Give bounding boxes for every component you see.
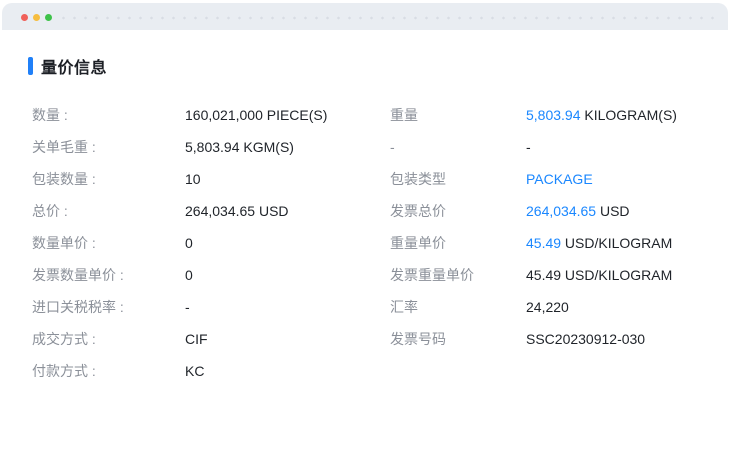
empty-cell <box>390 355 526 387</box>
quantity-unit-price-label: 数量单价 : <box>32 235 96 251</box>
window-controls <box>21 14 52 21</box>
section-accent-bar <box>28 57 33 75</box>
weight-value: 5,803.94 KILOGRAM(S) <box>526 99 714 131</box>
invoice-quantity-unit-price-value: 0 <box>185 267 193 283</box>
section-title: 量价信息 <box>41 60 108 77</box>
package-type-value: PACKAGE <box>526 163 714 195</box>
package-type-label: 包装类型 <box>390 171 446 187</box>
invoice-quantity-unit-price-label: 发票数量单价 : <box>32 267 124 283</box>
empty-cell <box>526 355 714 387</box>
empty-field-label: - <box>390 139 395 155</box>
invoice-number-label: 发票号码 <box>390 331 446 347</box>
package-type-link[interactable]: PACKAGE <box>526 171 593 187</box>
invoice-total-price-label: 发票总价 <box>390 203 446 219</box>
customs-gross-weight-value: 5,803.94 KGM(S) <box>185 139 294 155</box>
window-titlebar <box>2 3 728 30</box>
invoice-number-text: SSC20230912-030 <box>526 331 646 347</box>
titlebar-dotted-texture <box>58 16 716 20</box>
exchange-rate-text: 24,220 <box>526 299 569 315</box>
customs-gross-weight-label: 关单毛重 : <box>32 139 96 155</box>
invoice-weight-unit-price-label: 发票重量单价 <box>390 267 474 283</box>
section-header: 量价信息 <box>28 54 107 78</box>
app-window: { "window": { "colors": { "titlebar_bg":… <box>0 0 730 460</box>
total-price-label: 总价 : <box>32 203 68 219</box>
window-minimize-icon[interactable] <box>33 14 40 21</box>
empty-field-value: - <box>526 131 714 163</box>
weight-unit-price-value: 45.49 USD/KILOGRAM <box>526 227 714 259</box>
invoice-total-price-unit: USD <box>596 203 630 219</box>
weight-label: 重量 <box>390 107 418 123</box>
window-close-icon[interactable] <box>21 14 28 21</box>
package-quantity-label: 包装数量 : <box>32 171 96 187</box>
import-tariff-rate-label: 进口关税税率 : <box>32 299 124 315</box>
empty-field-text: - <box>526 139 531 155</box>
exchange-rate-label: 汇率 <box>390 299 418 315</box>
total-price-value: 264,034.65 USD <box>185 203 289 219</box>
invoice-weight-unit-price-value: 45.49 USD/KILOGRAM <box>526 259 714 291</box>
invoice-number-value: SSC20230912-030 <box>526 323 714 355</box>
import-tariff-rate-value: - <box>185 299 190 315</box>
invoice-weight-unit-price-text: 45.49 USD/KILOGRAM <box>526 267 673 283</box>
invoice-total-price-link[interactable]: 264,034.65 <box>526 203 596 219</box>
invoice-total-price-value: 264,034.65 USD <box>526 195 714 227</box>
payment-method-value: KC <box>185 363 205 379</box>
weight-unit-price-unit: USD/KILOGRAM <box>561 235 673 251</box>
trade-terms-value: CIF <box>185 331 208 347</box>
weight-unit-price-link[interactable]: 45.49 <box>526 235 561 251</box>
quantity-price-grid: 数量 : 160,021,000 PIECE(S) 重量 5,803.94 KI… <box>32 99 714 387</box>
weight-unit-price-label: 重量单价 <box>390 235 446 251</box>
weight-value-link[interactable]: 5,803.94 <box>526 107 581 123</box>
window-zoom-icon[interactable] <box>45 14 52 21</box>
quantity-value: 160,021,000 PIECE(S) <box>185 107 328 123</box>
quantity-label: 数量 : <box>32 107 68 123</box>
quantity-unit-price-value: 0 <box>185 235 193 251</box>
trade-terms-label: 成交方式 : <box>32 331 96 347</box>
package-quantity-value: 10 <box>185 171 201 187</box>
weight-value-unit: KILOGRAM(S) <box>580 107 677 123</box>
exchange-rate-value: 24,220 <box>526 291 714 323</box>
payment-method-label: 付款方式 : <box>32 363 96 379</box>
